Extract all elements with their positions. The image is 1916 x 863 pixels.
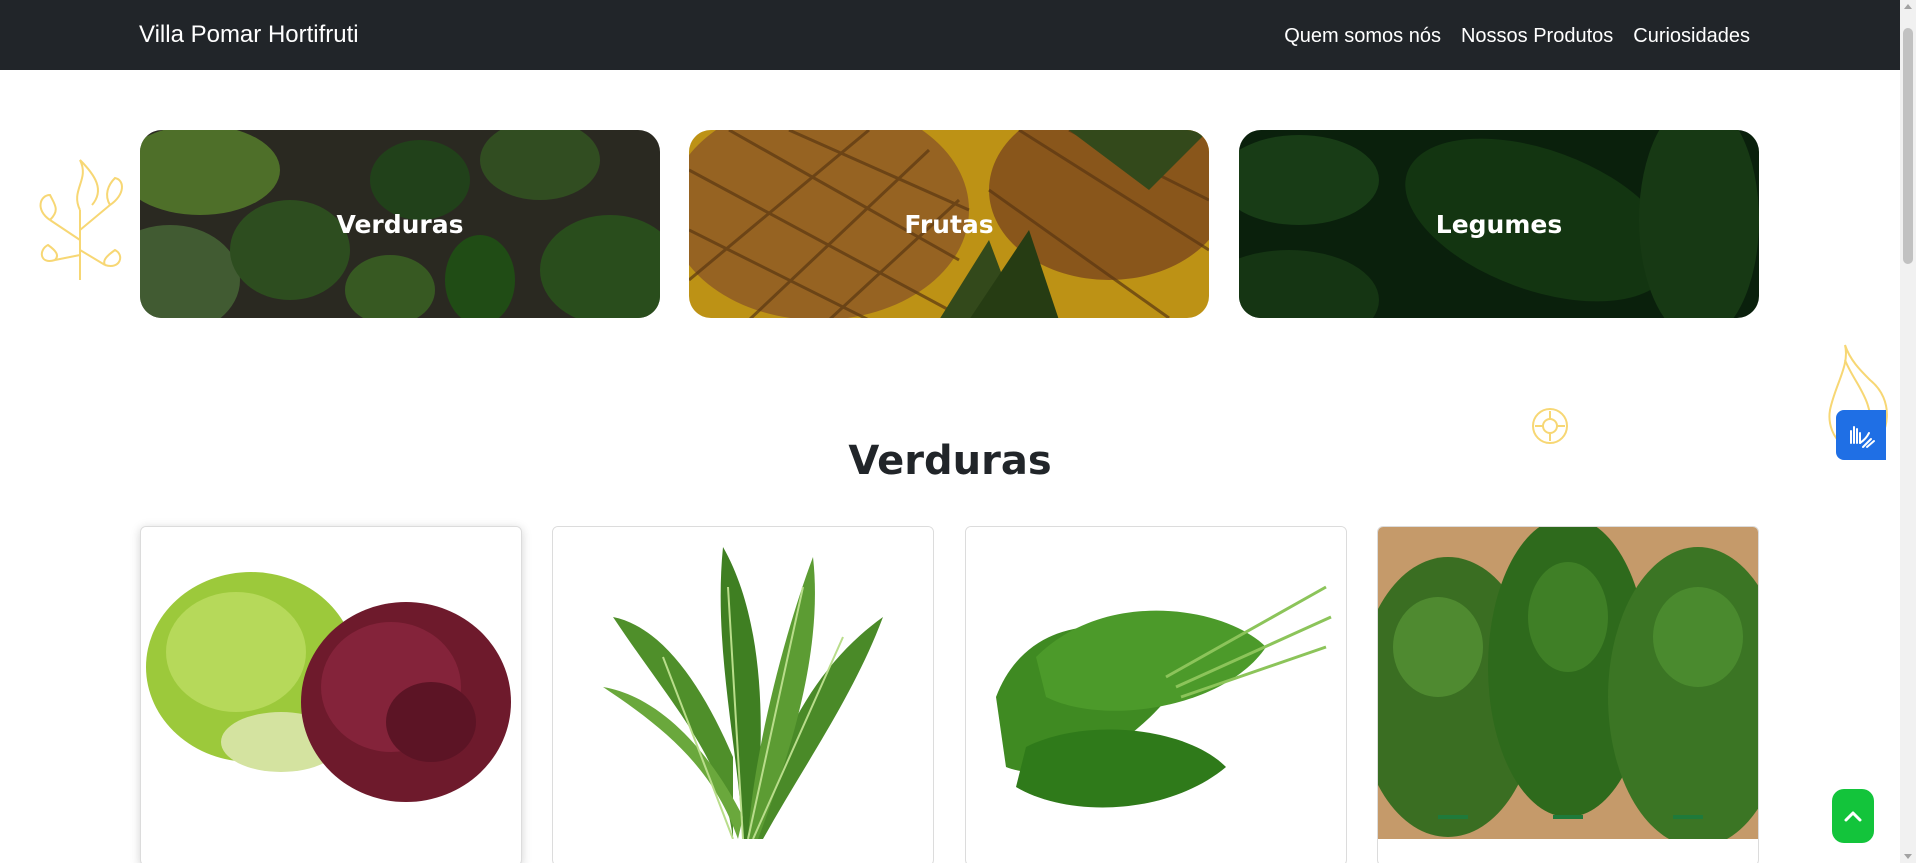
scroll-down-arrow-icon[interactable]: [1904, 854, 1912, 859]
nav-link-nossos-produtos[interactable]: Nossos Produtos: [1461, 22, 1613, 50]
nav-link-quem-somos[interactable]: Quem somos nós: [1284, 22, 1441, 50]
product-image-lettuce: [141, 527, 521, 839]
category-label-frutas: Frutas: [904, 209, 994, 239]
chevron-up-icon: [1844, 811, 1862, 822]
brand-link[interactable]: Villa Pomar Hortifruti: [139, 20, 359, 50]
category-label-legumes: Legumes: [1435, 209, 1563, 239]
page-scrollbar[interactable]: [1900, 0, 1916, 863]
product-image-spinach: [966, 527, 1346, 839]
category-card-verduras[interactable]: Verduras: [140, 130, 660, 318]
nav-link-curiosidades[interactable]: Curiosidades: [1633, 22, 1750, 50]
nav-links: Quem somos nós Nossos Produtos Curiosida…: [1284, 22, 1750, 50]
hands-sign-language-icon: [1850, 426, 1875, 448]
category-card-frutas[interactable]: Frutas: [689, 130, 1209, 318]
back-to-top-button[interactable]: [1832, 789, 1874, 843]
scroll-up-arrow-icon[interactable]: [1904, 4, 1912, 9]
product-card[interactable]: [965, 526, 1347, 863]
category-card-legumes[interactable]: Legumes: [1239, 130, 1759, 318]
product-card[interactable]: [552, 526, 934, 863]
category-label-verduras: Verduras: [336, 209, 464, 239]
product-card[interactable]: [1377, 526, 1759, 863]
scroll-thumb[interactable]: [1903, 28, 1913, 264]
section-title: Verduras: [848, 438, 1052, 484]
libras-accessibility-button[interactable]: [1836, 410, 1886, 460]
parsley-decoration-icon: [39, 159, 123, 280]
navbar: Villa Pomar Hortifruti Quem somos nós No…: [0, 0, 1900, 70]
product-image-arugula: [553, 527, 933, 839]
product-image-herbs-bunches: [1378, 527, 1758, 839]
product-card[interactable]: [140, 526, 522, 863]
